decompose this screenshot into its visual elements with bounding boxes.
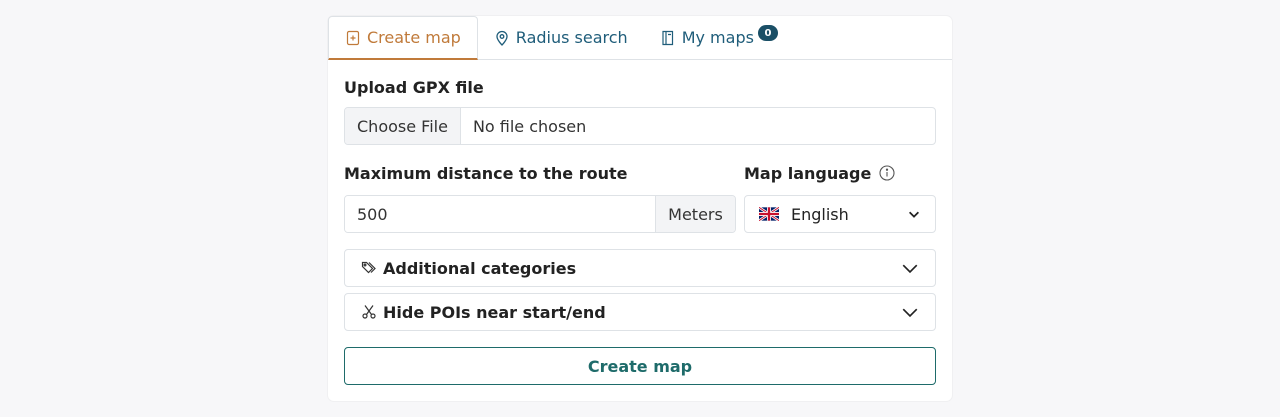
distance-label: Maximum distance to the route — [344, 163, 628, 183]
map-pin-icon — [496, 30, 508, 46]
hide-pois-accordion[interactable]: Hide POIs near start/end — [344, 293, 936, 331]
file-plus-icon — [346, 30, 360, 45]
accordion-title: Hide POIs near start/end — [383, 302, 606, 322]
chevron-down-icon — [902, 308, 918, 318]
uk-flag-icon — [759, 207, 779, 221]
upload-label: Upload GPX file — [344, 78, 484, 97]
tab-label: My maps — [681, 28, 754, 47]
unit-addon: Meters — [655, 196, 735, 232]
book-icon — [662, 30, 673, 45]
tags-icon — [361, 261, 376, 274]
tab-create-map[interactable]: Create map — [328, 16, 478, 60]
create-map-card: Create map Radius search My maps 0 Uploa… — [328, 16, 952, 401]
chevron-down-icon — [902, 264, 918, 274]
language-label: Map language — [744, 163, 872, 183]
chevron-down-icon — [909, 211, 919, 218]
tab-my-maps[interactable]: My maps 0 — [644, 16, 778, 59]
distance-input-group: Meters — [344, 195, 736, 233]
distance-input[interactable] — [345, 196, 655, 232]
scissors-icon — [362, 305, 376, 319]
file-status-text: No file chosen — [472, 116, 587, 136]
tab-radius-search[interactable]: Radius search — [478, 16, 644, 59]
additional-categories-accordion[interactable]: Additional categories — [344, 249, 936, 287]
tab-bar: Create map Radius search My maps 0 — [328, 16, 952, 60]
tab-label: Create map — [367, 28, 461, 47]
choose-file-button[interactable]: Choose File — [345, 108, 461, 144]
selected-language: English — [791, 204, 849, 224]
create-map-button[interactable]: Create map — [344, 347, 936, 385]
tab-label: Radius search — [515, 28, 628, 47]
language-select[interactable]: English — [744, 195, 936, 233]
gpx-file-input[interactable]: Choose File No file chosen — [344, 107, 936, 145]
info-icon[interactable] — [879, 165, 895, 181]
accordion-title: Additional categories — [383, 258, 577, 278]
my-maps-count-badge: 0 — [757, 25, 778, 41]
